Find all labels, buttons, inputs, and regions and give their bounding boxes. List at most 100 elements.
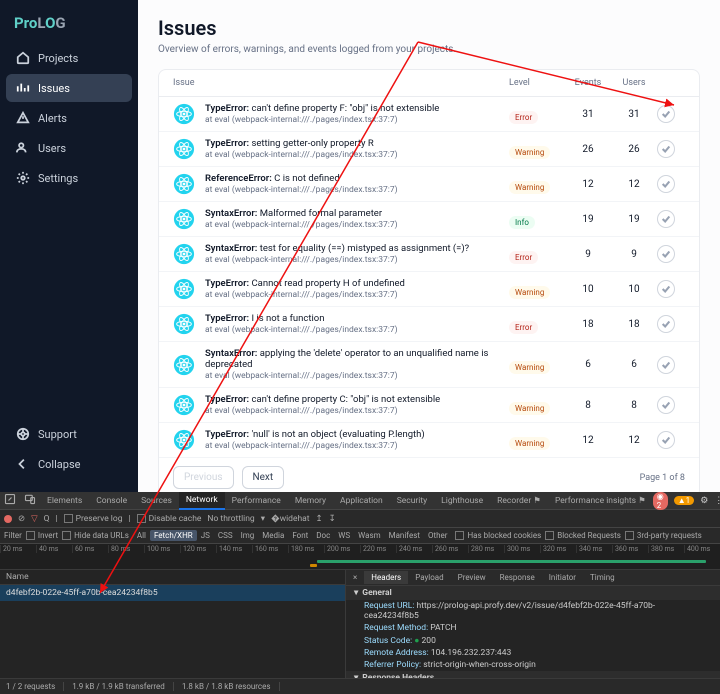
users-count: 26	[611, 144, 657, 155]
detail-tab-initiator[interactable]: Initiator	[542, 571, 583, 584]
table-row[interactable]: SyntaxError: test for equality (==) mist…	[159, 237, 699, 272]
devtools-tab-network[interactable]: Network	[179, 492, 225, 510]
events-count: 18	[565, 319, 611, 330]
detail-tab-timing[interactable]: Timing	[583, 571, 622, 584]
devtools-tab-recorder[interactable]: Recorder ⚑	[490, 493, 548, 509]
response-headers-section[interactable]: ▾ Response Headers	[346, 671, 720, 678]
detail-tab-payload[interactable]: Payload	[408, 571, 450, 584]
table-row[interactable]: SyntaxError: applying the 'delete' opera…	[159, 342, 699, 388]
devtools-tab-sources[interactable]: Sources	[134, 493, 179, 509]
devtools-tab-console[interactable]: Console	[89, 493, 134, 509]
filter-type-all[interactable]: All	[133, 530, 150, 541]
devtools-tab-memory[interactable]: Memory	[288, 493, 333, 509]
next-button[interactable]: Next	[242, 466, 285, 489]
filter-type-font[interactable]: Font	[288, 530, 312, 541]
resolve-button[interactable]	[657, 280, 675, 298]
table-row[interactable]: TypeError: can't define property F: "obj…	[159, 97, 699, 132]
status-bar: 1 / 2 requests 1.9 kB / 1.9 kB transferre…	[0, 678, 720, 694]
resolve-button[interactable]	[657, 431, 675, 449]
resolve-button[interactable]	[657, 210, 675, 228]
sidebar-item-collapse[interactable]: Collapse	[6, 450, 132, 478]
filter-type-js[interactable]: JS	[197, 530, 214, 541]
filter-type-css[interactable]: CSS	[214, 530, 237, 541]
users-count: 6	[611, 359, 657, 370]
table-row[interactable]: TypeError: Cannot read property H of und…	[159, 272, 699, 307]
inspect-icon[interactable]	[0, 491, 20, 510]
general-section[interactable]: ▾ General	[346, 586, 720, 600]
resolve-button[interactable]	[657, 356, 675, 374]
events-count: 10	[565, 284, 611, 295]
device-icon[interactable]	[20, 491, 40, 510]
table-row[interactable]: TypeError: can't define property C: "obj…	[159, 388, 699, 423]
sidebar-item-users[interactable]: Users	[6, 134, 132, 162]
level-badge: Warning	[509, 402, 550, 415]
table-row[interactable]: TypeError: 'null' is not an object (eval…	[159, 423, 699, 458]
sidebar-item-projects[interactable]: Projects	[6, 44, 132, 72]
resolve-button[interactable]	[657, 245, 675, 263]
more-icon[interactable]: ⋮	[714, 496, 720, 506]
events-count: 26	[565, 144, 611, 155]
table-row[interactable]: TypeError: setting getter-only property …	[159, 132, 699, 167]
resolve-button[interactable]	[657, 396, 675, 414]
network-toolbar: ⊘ ▽ Q | Preserve log | Disable cache No …	[0, 510, 720, 528]
upload-icon[interactable]: ↥	[316, 514, 323, 524]
resolve-button[interactable]	[657, 105, 675, 123]
header-row: Status Code: ● 200	[346, 634, 720, 647]
devtools-tab-performance[interactable]: Performance	[225, 493, 288, 509]
resolve-button[interactable]	[657, 140, 675, 158]
level-badge: Warning	[509, 437, 550, 450]
filter-type-wasm[interactable]: Wasm	[354, 530, 384, 541]
filter-icon[interactable]: ▽	[31, 514, 38, 524]
filter-type-other[interactable]: Other	[424, 530, 451, 541]
filter-type-media[interactable]: Media	[258, 530, 288, 541]
sidebar-item-issues[interactable]: Issues	[6, 74, 132, 102]
download-icon[interactable]: ↧	[329, 514, 336, 524]
detail-tab-headers[interactable]: Headers	[364, 571, 408, 584]
status-item: 1.9 kB / 1.9 kB transferred	[72, 682, 174, 691]
filter-type-fetch/xhr[interactable]: Fetch/XHR	[150, 530, 197, 541]
close-detail[interactable]: ×	[346, 571, 364, 584]
error-count[interactable]: ◉ 2	[653, 492, 668, 510]
warning-count[interactable]: ▲1	[674, 496, 694, 505]
filter-type-ws[interactable]: WS	[334, 530, 354, 541]
prev-button[interactable]: Previous	[173, 466, 234, 489]
gear-icon[interactable]: ⚙	[700, 496, 708, 506]
devtools-tab-application[interactable]: Application	[333, 493, 390, 509]
sidebar-item-label: Support	[38, 428, 77, 441]
filter-type-doc[interactable]: Doc	[312, 530, 334, 541]
sidebar-item-label: Settings	[38, 172, 78, 185]
request-row[interactable]: d4febf2b-022e-45ff-a70b-cea24234f8b5	[0, 585, 345, 601]
resolve-button[interactable]	[657, 315, 675, 333]
sidebar-item-label: Projects	[38, 52, 78, 65]
filter-type-img[interactable]: Img	[237, 530, 259, 541]
events-count: 12	[565, 435, 611, 446]
table-row[interactable]: TypeError: I is not a functionat eval (w…	[159, 307, 699, 342]
detail-tab-preview[interactable]: Preview	[451, 571, 493, 584]
record-button[interactable]	[4, 515, 12, 523]
devtools-tab-lighthouse[interactable]: Lighthouse	[434, 493, 490, 509]
status-item: 1 / 2 requests	[6, 682, 64, 691]
resolve-button[interactable]	[657, 175, 675, 193]
sidebar-item-alerts[interactable]: Alerts	[6, 104, 132, 132]
request-list: Name d4febf2b-022e-45ff-a70b-cea24234f8b…	[0, 570, 346, 678]
users-count: 9	[611, 249, 657, 260]
users-count: 12	[611, 179, 657, 190]
table-row[interactable]: SyntaxError: Malformed formal parametera…	[159, 202, 699, 237]
table-row[interactable]: ReferenceError: C is not definedat eval …	[159, 167, 699, 202]
clear-icon[interactable]: ⊘	[18, 514, 25, 524]
devtools-tab-security[interactable]: Security	[390, 493, 434, 509]
sidebar-item-settings[interactable]: Settings	[6, 164, 132, 192]
filter-type-manifest[interactable]: Manifest	[385, 530, 424, 541]
wifi-icon[interactable]: �widehat	[271, 514, 310, 524]
detail-tab-response[interactable]: Response	[493, 571, 542, 584]
devtools-tabs: ElementsConsoleSourcesNetworkPerformance…	[0, 492, 720, 510]
waterfall-overview[interactable]: 20 ms40 ms60 ms80 ms100 ms120 ms140 ms16…	[0, 544, 720, 570]
search-icon[interactable]: Q	[44, 514, 50, 524]
col-issue: Issue	[173, 78, 509, 88]
level-badge: Warning	[509, 146, 550, 159]
devtools-tab-elements[interactable]: Elements	[40, 493, 89, 509]
devtools-tab-performance[interactable]: Performance insights ⚑	[548, 493, 653, 509]
sidebar-item-support[interactable]: Support	[6, 420, 132, 448]
page-subtitle: Overview of errors, warnings, and events…	[158, 44, 700, 55]
filter-bar: Filter Invert Hide data URLs AllFetch/XH…	[0, 528, 720, 544]
